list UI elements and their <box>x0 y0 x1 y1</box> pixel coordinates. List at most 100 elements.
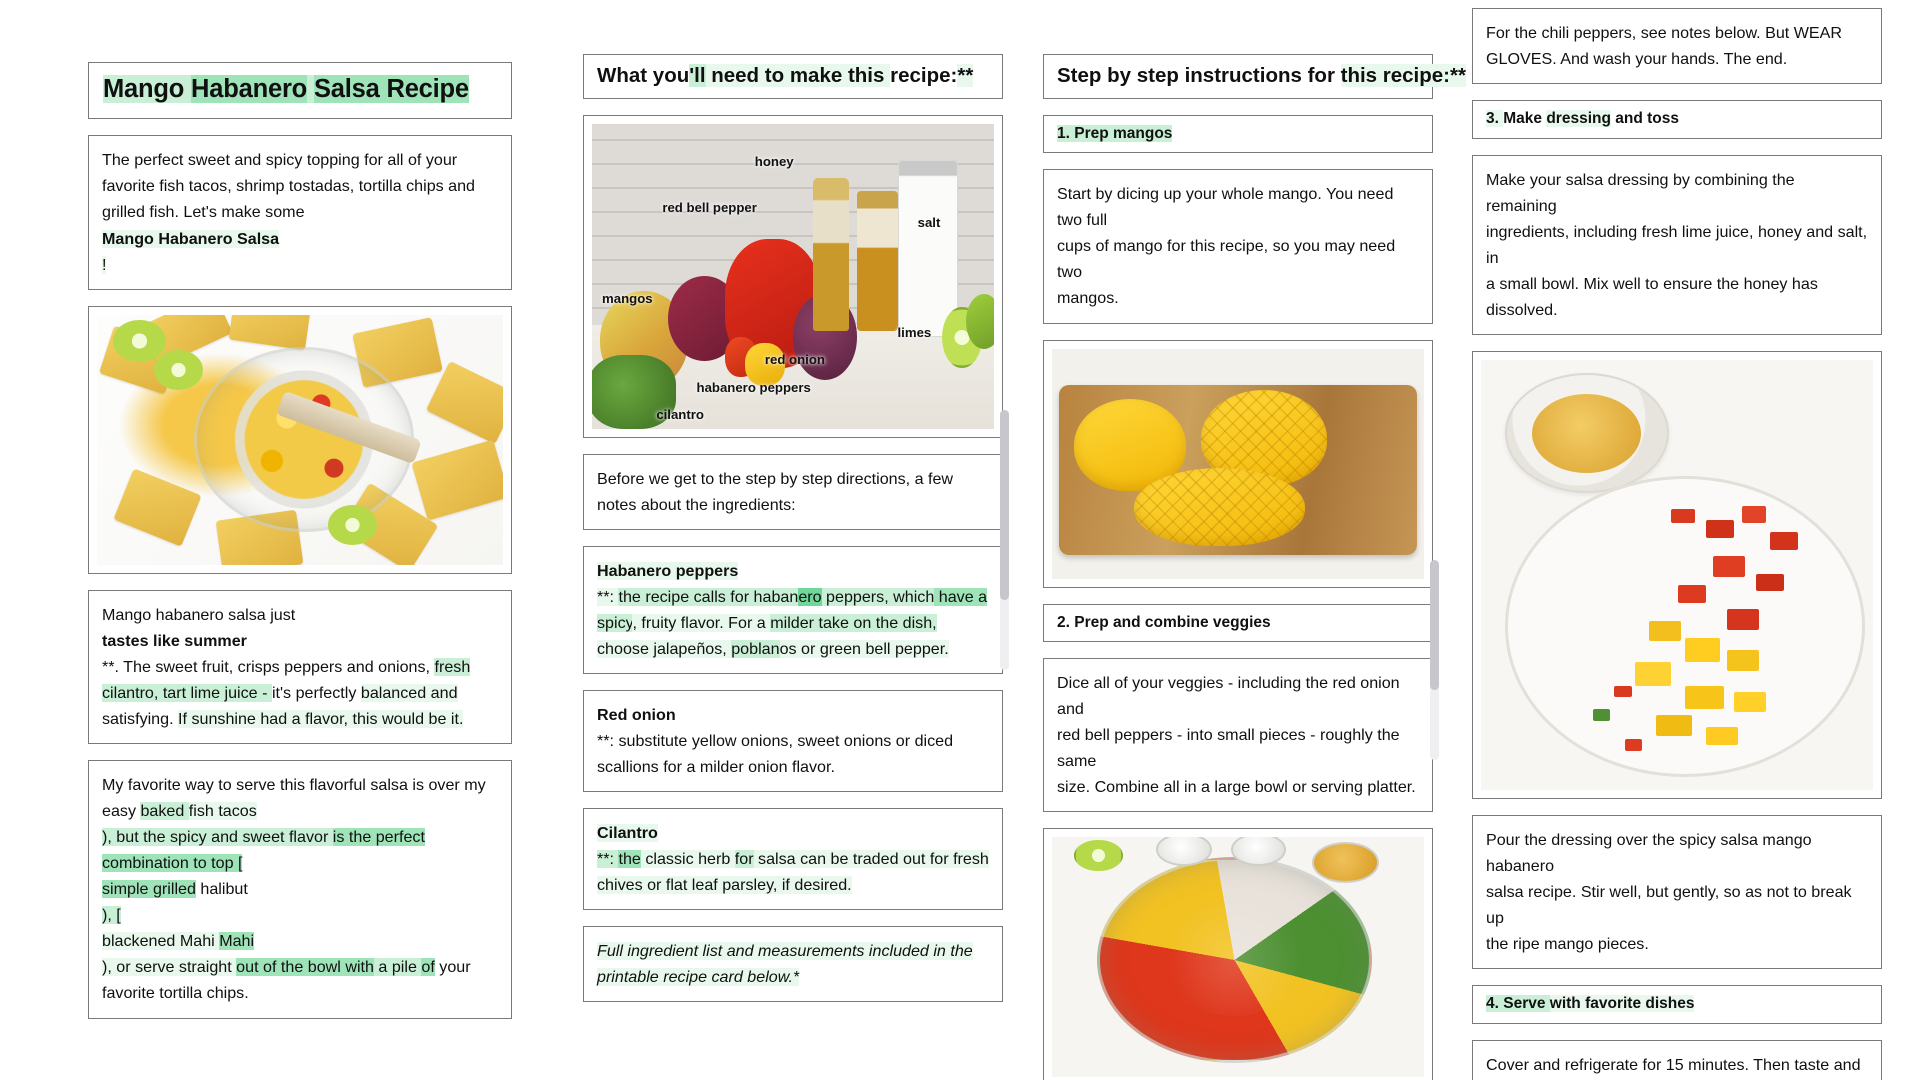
instructions-heading-seg-1: Step by step instructions for <box>1057 64 1341 87</box>
recipe-title-card: Mango Habanero Salsa Recipe <box>88 62 512 120</box>
salsa-bowl-photo <box>97 314 503 565</box>
mixing-bowl <box>1096 856 1372 1063</box>
oil-bottle <box>857 190 898 331</box>
step-4-heading-card: 4. Serve with favorite dishes <box>1472 985 1882 1024</box>
pour-note-l3: the ripe mango pieces. <box>1486 935 1649 954</box>
diced-mango <box>1649 620 1682 642</box>
heading-seg-4: make this <box>789 64 891 87</box>
serving-line-8a: ), or serve straight <box>102 958 237 977</box>
step-4-body: Cover and refrigerate for 15 minutes. Th… <box>1486 1052 1868 1080</box>
recipe-page: Mango Habanero Salsa Recipe The perfect … <box>0 0 1920 1080</box>
serving-text: My favorite way to serve this flavorful … <box>102 772 498 1007</box>
step-2-line-1: Dice all of your veggies - including the… <box>1057 674 1400 719</box>
serving-line-8c: a pile <box>373 958 422 977</box>
printable-note-card: Full ingredient list and measurements in… <box>583 926 1003 1003</box>
ingredient-label-limes: limes <box>897 324 932 340</box>
title-seg-3 <box>307 75 314 103</box>
diced-mango <box>1684 638 1721 663</box>
notes-intro-card: Before we get to the step by step direct… <box>583 453 1003 530</box>
intro-text: The perfect sweet and spicy topping for … <box>102 147 498 277</box>
step-4-body-card: Cover and refrigerate for 15 minutes. Th… <box>1472 1040 1882 1080</box>
cilantro-l1d: for <box>734 850 754 869</box>
summary-line-3b: it's perfectly <box>271 683 361 702</box>
column-ingredients: What you'll need to make this recipe:** <box>583 0 1003 1080</box>
veggies-photo <box>1052 837 1424 1078</box>
pour-note-card: Pour the dressing over the spicy salsa m… <box>1472 815 1882 970</box>
habanero-l3b: poblan <box>731 639 780 658</box>
step-4-seg-1: Serve <box>1503 995 1550 1013</box>
habanero-note-card: Habanero peppers **: the recipe calls fo… <box>583 545 1003 674</box>
diced-pepper <box>1677 585 1707 604</box>
heading-seg-1: What you <box>597 64 690 87</box>
step-3-line-4: dissolved. <box>1486 301 1558 320</box>
column-3-scrollbar-thumb[interactable] <box>1430 560 1439 690</box>
mango-half-scored-front <box>1133 468 1305 547</box>
mango-photo-card <box>1043 339 1433 588</box>
habanero-term: Habanero peppers <box>597 561 739 580</box>
diced-pepper <box>1727 608 1760 630</box>
honey-bowl <box>1312 842 1380 883</box>
serving-line-8b: out of the bowl with <box>236 958 374 977</box>
heading-seg-2: 'll <box>689 64 706 87</box>
ingredient-label-salt: salt <box>917 215 941 231</box>
diced-pepper <box>1706 520 1735 539</box>
serving-line-4: combination to top [ <box>102 854 243 873</box>
mango-photo <box>1052 348 1424 579</box>
habanero-l3a: choose jalapeños, <box>597 639 732 658</box>
step-3-line-1: Make your salsa dressing by combining th… <box>1486 170 1795 215</box>
ingredient-label-honey: honey <box>754 154 794 170</box>
ingredient-label-cilantro: cilantro <box>656 407 704 423</box>
step-3-seg-1: Make <box>1503 110 1547 128</box>
diced-pepper <box>1670 508 1696 524</box>
cilantro-l1c: classic herb <box>640 850 735 869</box>
cilantro-l2: chives or flat leaf parsley, if desired. <box>597 876 852 895</box>
diced-mango <box>1656 715 1692 736</box>
red-onion-l1: **: substitute yellow onions, sweet onio… <box>597 732 954 751</box>
instructions-heading-seg-2: this recipe: <box>1340 64 1450 87</box>
habanero-l2b: , fruity flavor. For a <box>632 613 771 632</box>
column-3-scrollbar[interactable] <box>1430 560 1439 760</box>
summary-bold: tastes like summer <box>102 631 247 650</box>
diced-mango <box>1684 685 1724 710</box>
habanero-l2c: milder take on the dish, <box>770 613 937 632</box>
serving-line-7b: Mahi <box>219 932 255 951</box>
diced-mango <box>1727 650 1760 671</box>
diced-pepper <box>1769 532 1799 550</box>
pour-note-l2: salsa recipe. Stir well, but gently, so … <box>1486 883 1852 928</box>
ingredient-label-mangos: mangos <box>602 291 653 307</box>
serving-line-7a: blackened Mahi <box>102 932 220 951</box>
printable-note-l1: Full ingredient list and measurements in… <box>597 942 973 961</box>
tortilla-chip <box>228 314 311 350</box>
intro-line-2: favorite fish tacos, shrimp tostadas, to… <box>102 177 476 196</box>
pour-note-l1: Pour the dressing over the spicy salsa m… <box>1486 831 1812 876</box>
dressing-photo <box>1481 360 1873 791</box>
gloves-note-card: For the chili peppers, see notes below. … <box>1472 8 1882 85</box>
honey-bottle <box>813 178 850 331</box>
summary-line-2a: **. The sweet fruit, crisps peppers and … <box>102 657 435 676</box>
summary-card: Mango habanero salsa just tastes like su… <box>88 589 512 744</box>
cilantro-note-card: Cilantro **: the classic herb for salsa … <box>583 808 1003 911</box>
step-3-body-card: Make your salsa dressing by combining th… <box>1472 154 1882 336</box>
step-4-number: 4. <box>1486 995 1504 1013</box>
tortilla-chip <box>411 439 503 521</box>
habanero-l2a: spicy <box>597 613 633 632</box>
intro-bold-line: Mango Habanero Salsa <box>102 229 280 248</box>
summary-line-2b: fresh <box>434 657 471 676</box>
salt-jar <box>897 160 958 338</box>
notes-intro-line-1: Before we get to the step by step direct… <box>597 469 954 488</box>
serving-line-3b: is the perfect <box>332 828 425 847</box>
cilantro-l1a: **: <box>597 850 619 869</box>
red-onion-note-text: Red onion **: substitute yellow onions, … <box>597 702 989 780</box>
column-2-scrollbar[interactable] <box>1000 410 1009 670</box>
title-seg-4: Salsa Recipe <box>313 75 469 103</box>
ingredient-label-red-bell-pepper: red bell pepper <box>662 199 757 215</box>
intro-line-3: grilled fish. Let's make some <box>102 203 305 222</box>
serving-line-5b: halibut <box>195 880 248 899</box>
diced-mango <box>1706 726 1738 745</box>
step-3-body: Make your salsa dressing by combining th… <box>1486 167 1868 323</box>
step-1-body-card: Start by dicing up your whole mango. You… <box>1043 169 1433 324</box>
cilantro-term: Cilantro <box>597 824 658 843</box>
serving-line-6: ), [ <box>102 906 121 925</box>
column-2-scrollbar-thumb[interactable] <box>1000 410 1009 600</box>
serving-line-3a: ), but the spicy and sweet flavor <box>102 828 333 847</box>
